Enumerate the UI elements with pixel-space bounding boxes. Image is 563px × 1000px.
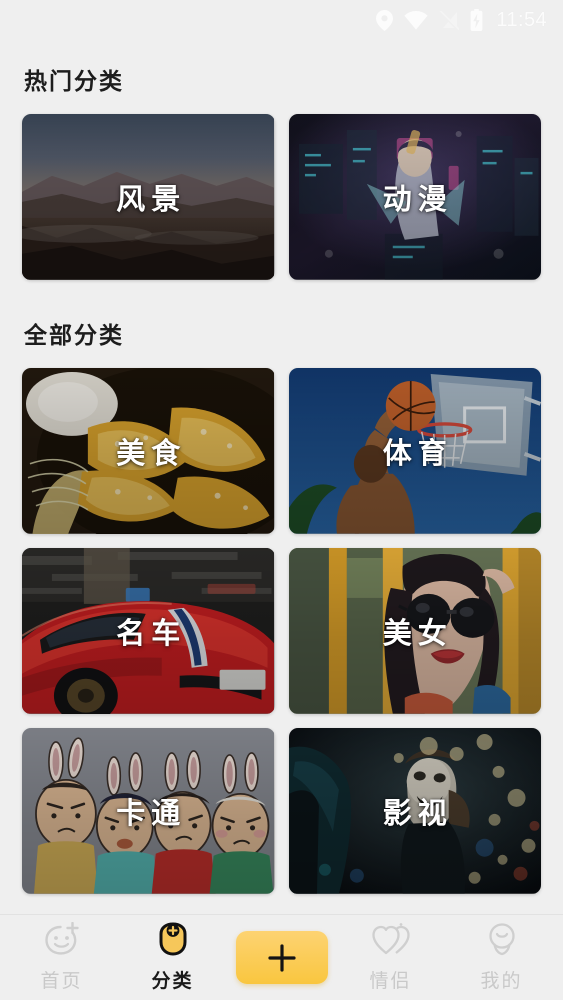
nav-item-profile[interactable]: 我的 bbox=[454, 922, 550, 994]
wifi-icon bbox=[404, 10, 429, 30]
hot-category-grid: 风景 动漫 bbox=[0, 114, 563, 280]
category-card-beauty[interactable]: 美女 bbox=[288, 548, 541, 714]
category-card-landscape[interactable]: 风景 bbox=[22, 114, 275, 280]
double-heart-icon bbox=[371, 922, 410, 961]
category-card-cartoon[interactable]: 卡通 bbox=[22, 728, 275, 894]
category-label: 美女 bbox=[382, 618, 453, 650]
profile-head-icon bbox=[485, 922, 519, 961]
category-label: 体育 bbox=[382, 438, 453, 470]
nav-label-home: 首页 bbox=[40, 971, 83, 992]
category-label: 名车 bbox=[116, 618, 187, 650]
nav-item-home[interactable]: 首页 bbox=[14, 921, 110, 994]
location-icon bbox=[376, 9, 394, 31]
category-card-movies[interactable]: 影视 bbox=[288, 728, 541, 894]
category-card-cars[interactable]: 名车 bbox=[22, 548, 275, 714]
smiley-plus-icon bbox=[44, 921, 80, 961]
plus-icon bbox=[267, 943, 296, 972]
category-label: 美食 bbox=[116, 438, 187, 470]
category-face-plus-icon bbox=[156, 922, 190, 961]
bottom-navigation: 首页 分类 情侣 我的 bbox=[0, 914, 563, 1000]
nav-label-category: 分类 bbox=[151, 971, 194, 992]
status-time: 11:54 bbox=[496, 8, 547, 31]
signal-off-icon bbox=[439, 10, 460, 30]
category-label: 动漫 bbox=[382, 184, 453, 216]
category-label: 影视 bbox=[382, 798, 453, 830]
nav-label-couples: 情侣 bbox=[369, 971, 412, 992]
category-card-sports[interactable]: 体育 bbox=[288, 368, 541, 534]
add-button[interactable] bbox=[235, 931, 328, 984]
status-bar: 11:54 bbox=[0, 0, 563, 40]
section-title-all: 全部分类 bbox=[24, 322, 124, 348]
app-root: 11:54 热门分类 风景 动漫 全部分类 美食 体育 名车 美女 卡通 影视 … bbox=[0, 0, 563, 1000]
scroll-content[interactable]: 热门分类 风景 动漫 全部分类 美食 体育 名车 美女 卡通 影视 bbox=[0, 40, 563, 914]
battery-charging-icon bbox=[470, 9, 483, 31]
category-label: 风景 bbox=[116, 184, 187, 216]
category-label: 卡通 bbox=[116, 798, 187, 830]
section-title-hot: 热门分类 bbox=[24, 68, 124, 94]
category-card-food[interactable]: 美食 bbox=[22, 368, 275, 534]
all-category-grid: 美食 体育 名车 美女 卡通 影视 bbox=[0, 368, 563, 894]
nav-item-category[interactable]: 分类 bbox=[125, 922, 221, 994]
category-card-anime[interactable]: 动漫 bbox=[288, 114, 541, 280]
nav-label-profile: 我的 bbox=[480, 971, 523, 992]
nav-item-couples[interactable]: 情侣 bbox=[343, 922, 439, 994]
